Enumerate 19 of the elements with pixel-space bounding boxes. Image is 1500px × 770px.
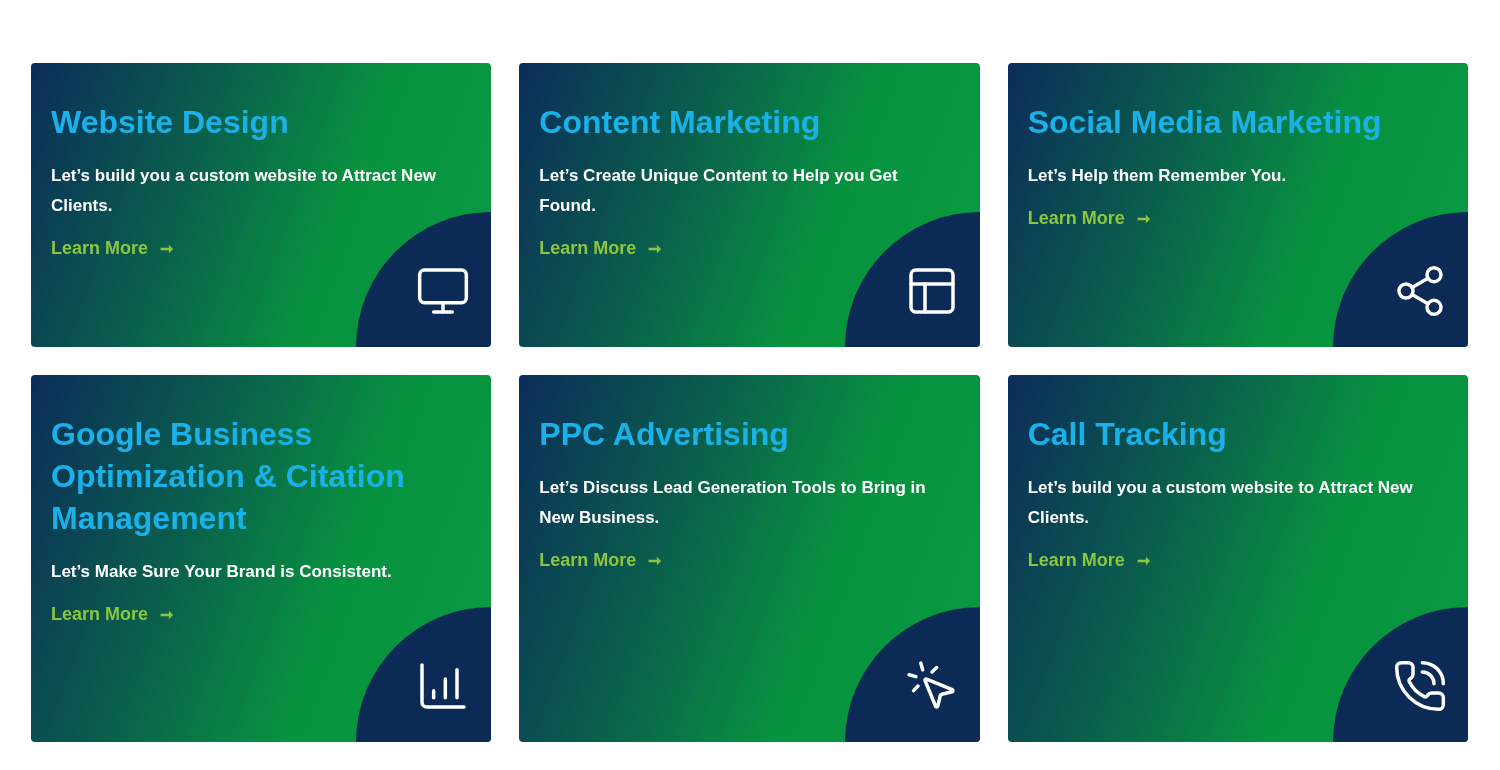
card-title: Google Business Optimization & Citation Management <box>51 415 406 538</box>
card-description: Let’s Make Sure Your Brand is Consistent. <box>51 561 393 583</box>
phone-icon <box>1392 658 1448 714</box>
learn-more-link[interactable]: Learn More ➞ <box>539 235 662 262</box>
card-description: Let’s Help them Remember You. <box>1027 165 1288 187</box>
card-title: Social Media Marketing <box>1027 103 1383 142</box>
card-title: Website Design <box>51 103 290 142</box>
card-title: PPC Advertising <box>539 415 790 454</box>
card-title: Call Tracking <box>1027 415 1228 454</box>
card-title: Content Marketing <box>539 103 822 142</box>
learn-more-link[interactable]: Learn More ➞ <box>539 547 662 574</box>
learn-more-link[interactable]: Learn More ➞ <box>1027 547 1150 574</box>
card-description: Let’s Create Unique Content to Help you Get Found. <box>539 165 899 217</box>
card-description: Let’s build you a custom website to Attract New Clients. <box>51 165 438 217</box>
card-description: Let’s build you a custom website to Attract New Clients. <box>1027 477 1414 529</box>
card-description: Let’s Discuss Lead Generation Tools to Bring in New Business. <box>539 477 927 529</box>
learn-more-link[interactable]: Learn More ➞ <box>51 235 174 262</box>
learn-more-link[interactable]: Learn More ➞ <box>51 601 174 628</box>
learn-more-link[interactable]: Learn More ➞ <box>1027 205 1150 232</box>
